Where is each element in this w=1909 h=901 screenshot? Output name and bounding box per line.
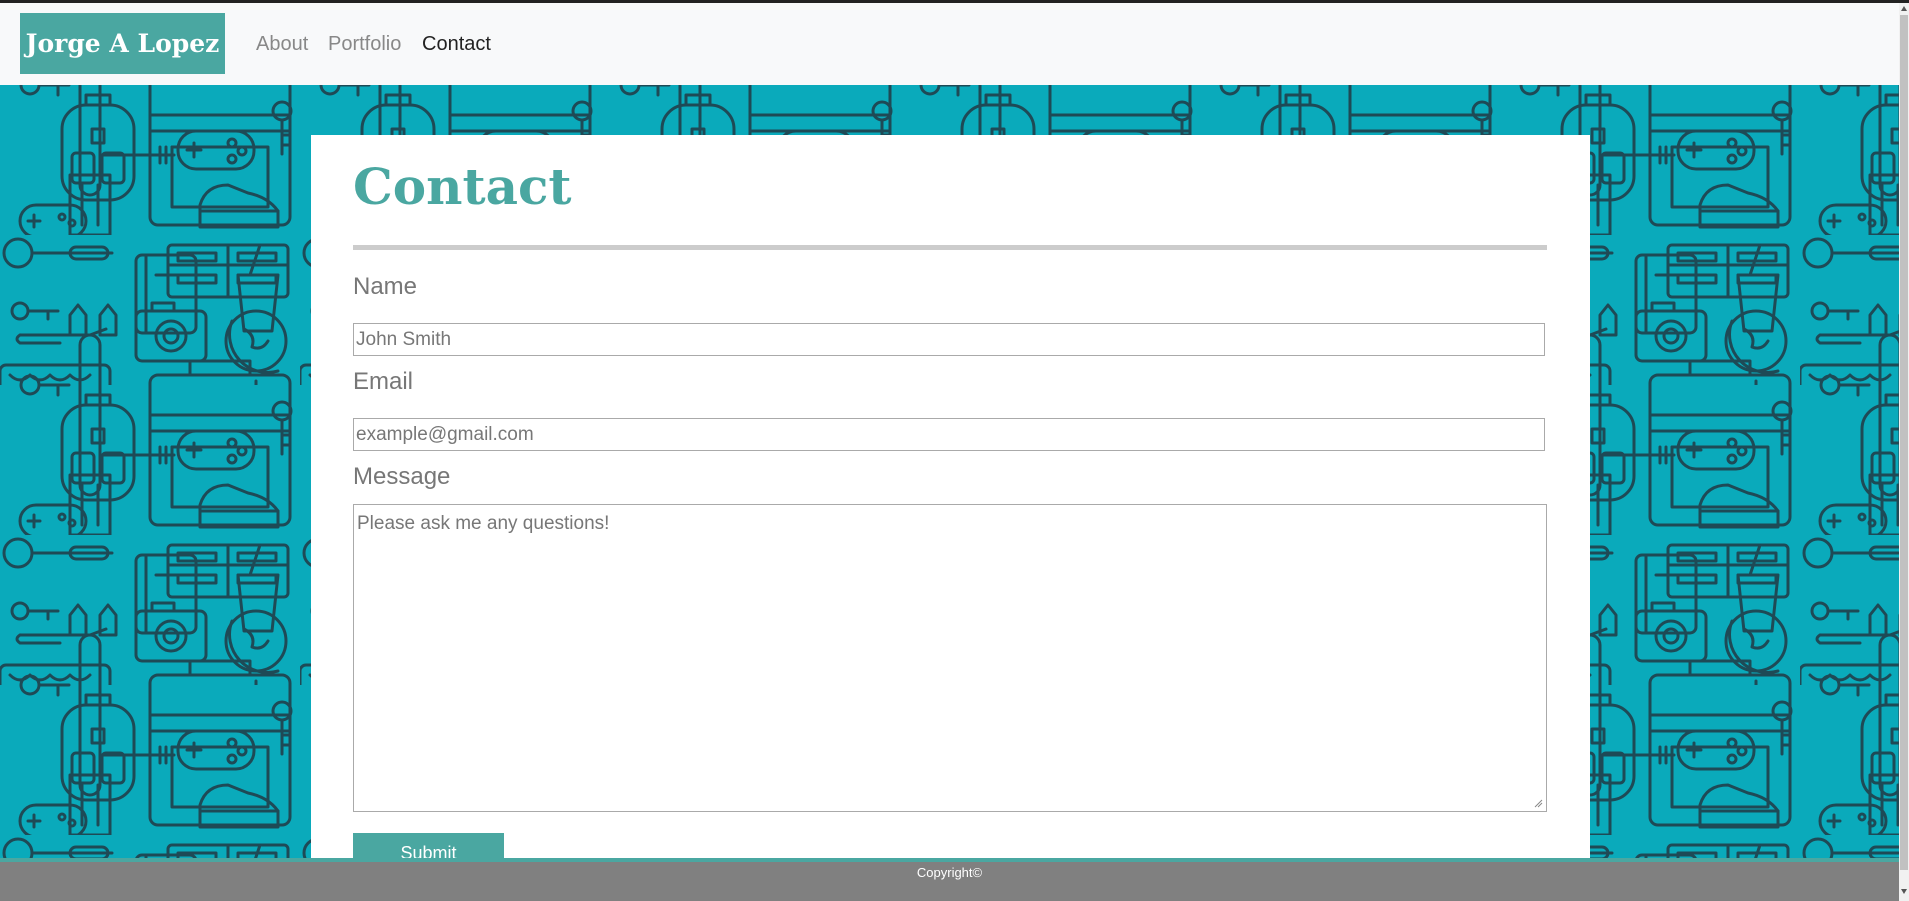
email-input[interactable] [353,418,1545,451]
nav-link-contact[interactable]: Contact [422,33,491,56]
submit-button[interactable]: Submit [353,833,504,858]
nav-link-portfolio[interactable]: Portfolio [328,33,401,56]
resize-grip-icon[interactable] [1533,798,1543,808]
footer-accent-strip [0,858,1899,862]
contact-card: Contact Name Email Message Submit [311,135,1590,858]
footer: Copyright© [0,858,1899,901]
scroll-up-icon[interactable] [1901,6,1907,11]
message-textarea[interactable] [353,504,1547,812]
scrollbar-thumb[interactable] [1900,15,1908,870]
email-label: Email [353,368,414,395]
nav-link-about[interactable]: About [256,33,308,56]
name-input[interactable] [353,323,1545,356]
message-label: Message [353,463,451,490]
title-divider [353,245,1547,250]
copyright-text: Copyright© [916,865,983,880]
brand-logo[interactable]: Jorge A Lopez [20,13,225,74]
scroll-down-icon[interactable] [1901,889,1907,894]
name-label: Name [353,273,418,300]
page-title: Contact [353,157,572,216]
vertical-scrollbar[interactable] [1899,3,1909,901]
navbar: Jorge A Lopez About Portfolio Contact [0,3,1899,85]
